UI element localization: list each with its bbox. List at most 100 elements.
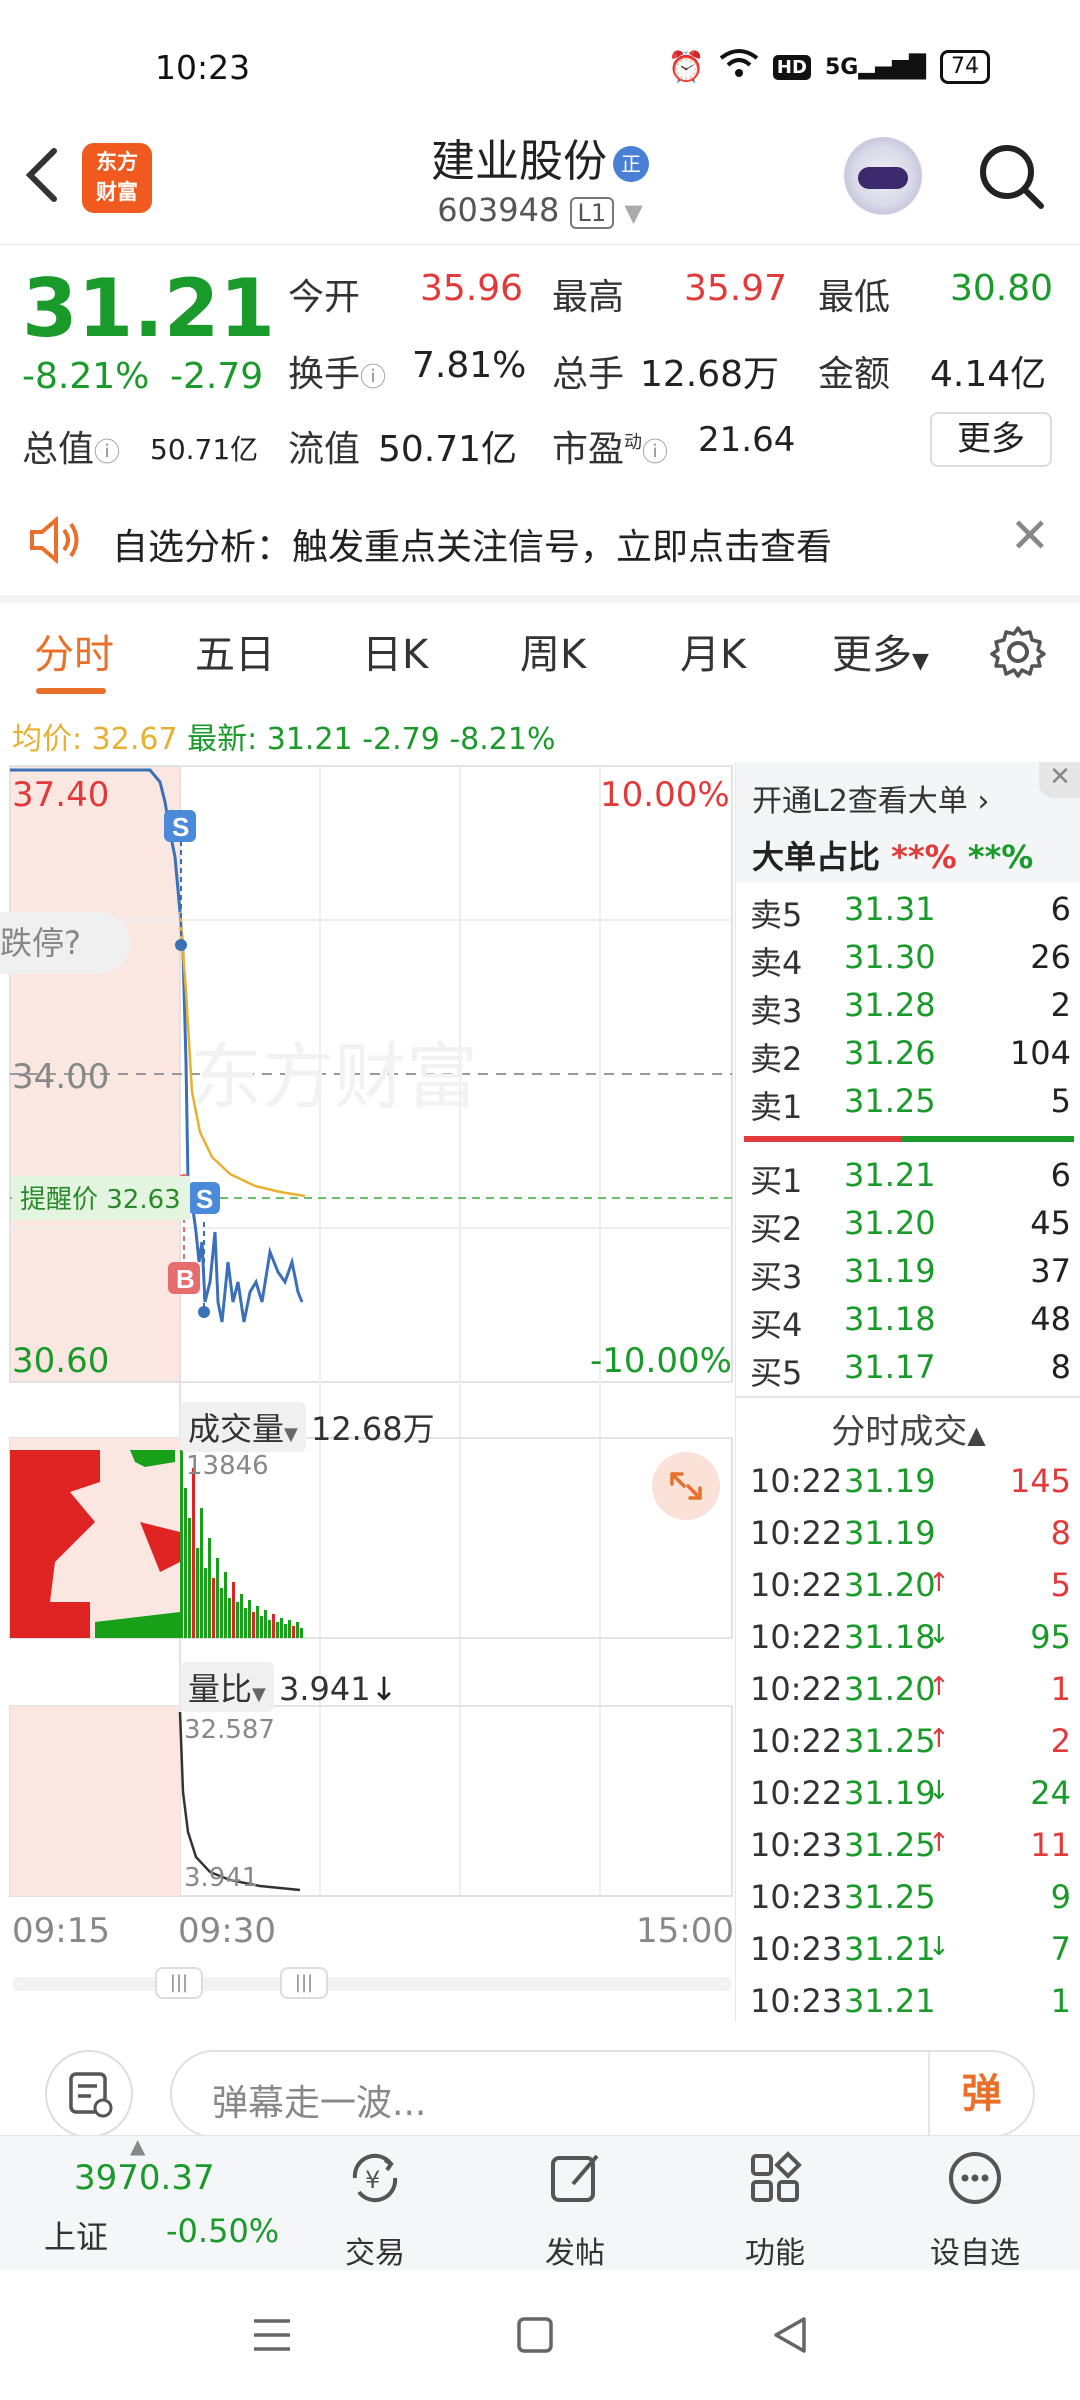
trade-volume: 1 bbox=[1050, 1982, 1071, 2020]
trade-list-title[interactable]: 分时成交▲ bbox=[736, 1404, 1080, 1453]
trade-direction-icon: ↑ bbox=[928, 1672, 950, 1702]
ask-volume: 104 bbox=[1009, 1034, 1071, 1072]
menu-icon[interactable] bbox=[250, 2315, 294, 2359]
trade-time: 10:22 bbox=[750, 1618, 843, 1656]
system-navigation-bar bbox=[0, 2270, 1080, 2400]
functions-button[interactable]: 功能 bbox=[705, 2146, 845, 2272]
svg-text:B: B bbox=[176, 1264, 195, 1294]
bid-price: 31.18 bbox=[844, 1300, 936, 1338]
trade-button[interactable]: ¥ 交易 bbox=[305, 2146, 445, 2272]
mktcap-label[interactable]: 总值ⓘ bbox=[22, 420, 120, 472]
current-price: 31.21 bbox=[22, 262, 276, 355]
trade-volume: 95 bbox=[1030, 1618, 1071, 1656]
mktcap-value: 50.71亿 bbox=[150, 433, 259, 466]
pe-label[interactable]: 市盈动ⓘ bbox=[552, 420, 668, 472]
trade-price: 31.19 bbox=[844, 1514, 936, 1552]
add-watchlist-label: 设自选 bbox=[930, 2236, 1020, 2271]
svg-text:S: S bbox=[196, 1184, 213, 1214]
trade-volume: 8 bbox=[1050, 1514, 1071, 1552]
tab-daily-k[interactable]: 日K bbox=[362, 622, 428, 680]
buy-marker-icon: B bbox=[168, 1262, 200, 1294]
trade-price: 31.21 bbox=[844, 1930, 936, 1968]
ask-price: 31.31 bbox=[844, 890, 936, 928]
tab-monthly-k[interactable]: 月K bbox=[680, 622, 746, 680]
home-icon[interactable] bbox=[515, 2315, 555, 2359]
bottom-pct-label: -10.00% bbox=[590, 1341, 732, 1381]
volume-bar bbox=[264, 1610, 267, 1638]
trade-direction-icon: ↓ bbox=[928, 1932, 950, 1962]
watermark: 东方财富 bbox=[190, 1038, 478, 1118]
trade-direction-icon: ↑ bbox=[928, 1724, 950, 1754]
close-icon[interactable]: ✕ bbox=[1039, 762, 1080, 798]
analysis-notice[interactable]: 自选分析：触发重点关注信号，立即点击查看 ✕ bbox=[0, 490, 1080, 590]
l2-promo-text: 开通L2查看大单 › bbox=[752, 784, 990, 819]
float-value: 50.71亿 bbox=[378, 429, 518, 470]
tab-more[interactable]: 更多▼ bbox=[832, 622, 929, 680]
tab-weekly-k[interactable]: 周K bbox=[520, 622, 586, 680]
trade-direction-icon: ↑ bbox=[928, 1568, 950, 1598]
trade-time: 10:23 bbox=[750, 1878, 843, 1916]
amount-label: 金额 bbox=[818, 354, 891, 395]
danmaku-input[interactable]: 弹幕走一波... 弹 bbox=[170, 2050, 1035, 2138]
trade-volume: 1 bbox=[1050, 1670, 1071, 1708]
trade-time: 10:22 bbox=[750, 1514, 843, 1552]
add-watchlist-button[interactable]: 设自选 bbox=[905, 2146, 1045, 2272]
grid-icon bbox=[705, 2146, 845, 2228]
ask-price: 31.26 bbox=[844, 1034, 936, 1072]
bid-level-label: 买1 bbox=[750, 1162, 803, 1200]
more-circle-icon bbox=[905, 2146, 1045, 2228]
arrow-down-icon: ↓ bbox=[370, 1670, 398, 1708]
time-range-track[interactable] bbox=[12, 1977, 732, 1991]
volume-bar bbox=[272, 1614, 275, 1638]
high-label: 最高 bbox=[552, 277, 625, 318]
index-ticker[interactable]: ▲ 3970.37 上证 -0.50% bbox=[30, 2134, 280, 2271]
trade-direction-icon: ↓ bbox=[928, 1620, 950, 1650]
volume-bar bbox=[232, 1582, 235, 1638]
danmaku-send-icon[interactable]: 弹 bbox=[928, 2052, 1033, 2136]
volume-bar bbox=[276, 1622, 279, 1638]
search-icon[interactable] bbox=[975, 140, 1047, 212]
more-button[interactable]: 更多 bbox=[930, 412, 1052, 467]
range-handle-left[interactable]: ||| bbox=[155, 1967, 203, 1999]
volume-bar bbox=[252, 1612, 255, 1638]
trade-icon: ¥ bbox=[305, 2146, 445, 2228]
post-button[interactable]: 发帖 bbox=[505, 2146, 645, 2272]
limit-down-bubble-text: 跌停? bbox=[0, 924, 81, 962]
volume-bar bbox=[240, 1594, 243, 1638]
info-icon: ⓘ bbox=[360, 363, 387, 393]
signal-icon: 5G▂▄▆█ bbox=[824, 54, 926, 80]
danmaku-placeholder: 弹幕走一波... bbox=[212, 2083, 427, 2124]
volume-bar bbox=[192, 1468, 195, 1638]
intraday-chart-svg[interactable]: 东方财富 S S B 跌停? 提醒价 32.63 37.40 34.00 30.… bbox=[0, 762, 735, 1972]
assistant-robot-icon[interactable] bbox=[840, 137, 926, 223]
back-nav-icon[interactable] bbox=[770, 2315, 810, 2359]
danmaku-settings-icon[interactable] bbox=[45, 2050, 133, 2138]
chevron-right-icon: › bbox=[967, 784, 990, 819]
ratio-value: 3.941 bbox=[278, 1670, 371, 1708]
trade-price: 31.25 bbox=[844, 1826, 936, 1864]
tab-intraday[interactable]: 分时 bbox=[34, 622, 114, 680]
volume-selector[interactable]: 成交量▼ 12.68万 bbox=[180, 1402, 435, 1452]
ratio-selector[interactable]: 量比▼ 3.941↓ bbox=[180, 1662, 397, 1712]
turnover-label[interactable]: 换手ⓘ bbox=[288, 345, 386, 397]
bid-price: 31.17 bbox=[844, 1348, 936, 1386]
volume-bar bbox=[188, 1518, 191, 1638]
volume-value: 12.68万 bbox=[640, 354, 780, 395]
range-handle-right[interactable]: ||| bbox=[280, 1967, 328, 1999]
ask-level-label: 卖3 bbox=[750, 992, 803, 1030]
volume-bar bbox=[300, 1628, 303, 1638]
close-icon[interactable]: ✕ bbox=[1010, 508, 1050, 564]
intraday-chart[interactable]: 东方财富 S S B 跌停? 提醒价 32.63 37.40 34.00 30.… bbox=[0, 762, 735, 1999]
top-price-label: 37.40 bbox=[12, 775, 109, 815]
bid-volume: 37 bbox=[1030, 1252, 1071, 1290]
tab-five-day[interactable]: 五日 bbox=[195, 622, 275, 680]
volume-bar bbox=[284, 1624, 287, 1638]
wifi-icon bbox=[719, 48, 759, 86]
trade-time: 10:23 bbox=[750, 1826, 843, 1864]
turnover-value: 7.81% bbox=[412, 345, 527, 386]
trade-time: 10:22 bbox=[750, 1774, 843, 1812]
l2-promo-box[interactable]: 开通L2查看大单 › ✕ 大单占比 **% **% bbox=[736, 762, 1080, 882]
bid-volume: 45 bbox=[1030, 1204, 1071, 1242]
stock-name: 建业股份 bbox=[431, 136, 607, 187]
settings-gear-icon[interactable] bbox=[990, 624, 1046, 684]
